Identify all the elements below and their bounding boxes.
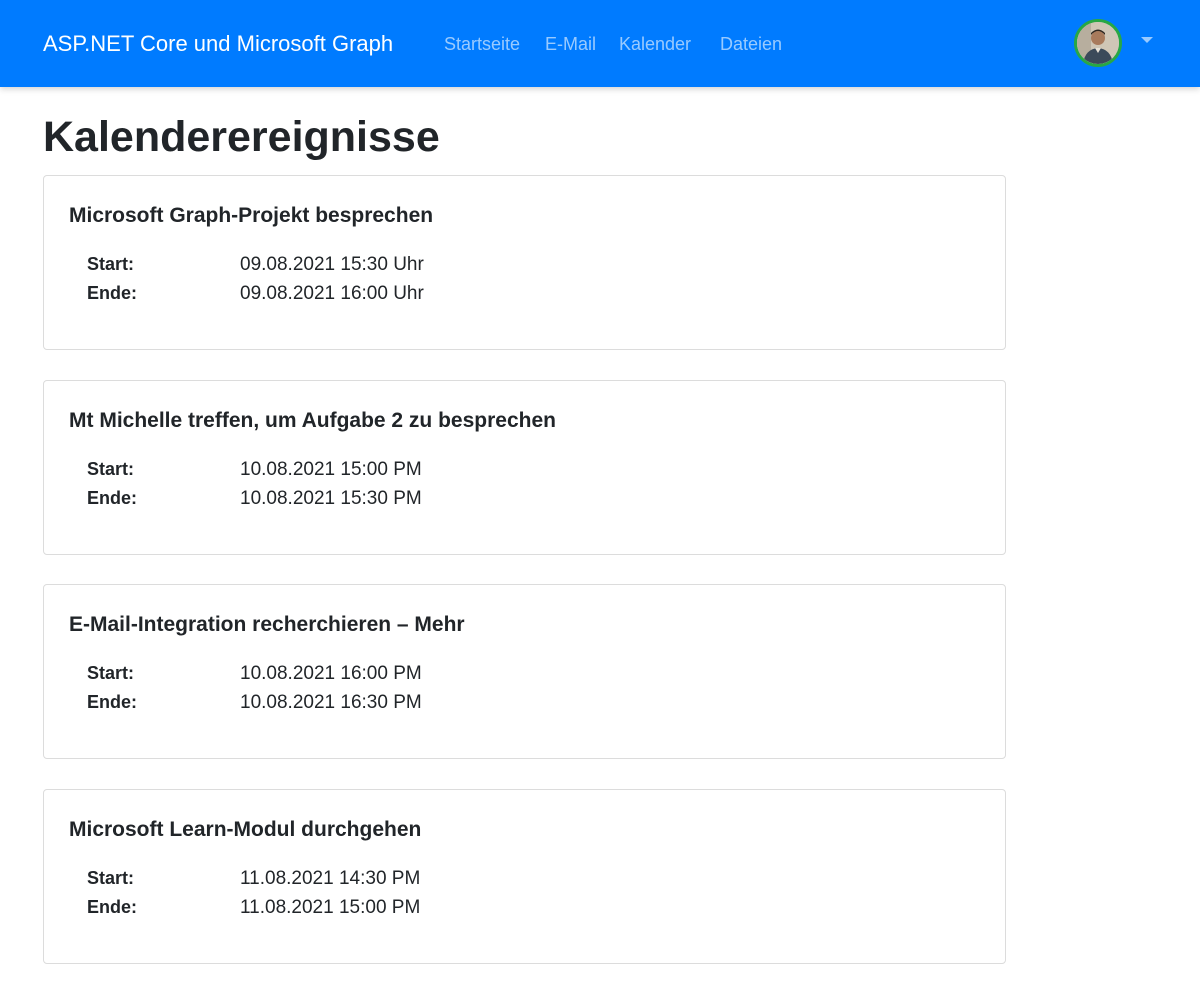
user-avatar-icon bbox=[1077, 22, 1119, 64]
event-end-label: Ende: bbox=[87, 692, 138, 712]
nav-link-kalender[interactable]: Kalender bbox=[619, 34, 691, 55]
event-start-label: Start: bbox=[87, 868, 135, 888]
event-card: E-Mail-Integration recherchieren – Mehr … bbox=[43, 584, 1006, 759]
event-subject: Microsoft Graph-Projekt besprechen bbox=[69, 204, 434, 227]
page-title: Kalenderereignisse bbox=[43, 113, 440, 161]
event-start-label: Start: bbox=[87, 663, 135, 683]
event-end-value: 10.08.2021 15:30 PM bbox=[240, 488, 422, 509]
nav-link-dateien[interactable]: Dateien bbox=[720, 34, 782, 55]
event-start-label: Start: bbox=[87, 459, 135, 479]
event-subject: E-Mail-Integration recherchieren – Mehr bbox=[69, 613, 465, 636]
event-start-value: 10.08.2021 16:00 PM bbox=[240, 663, 422, 684]
brand-link[interactable]: ASP.NET Core und Microsoft Graph bbox=[43, 31, 393, 57]
event-card: Mt Michelle treffen, um Aufgabe 2 zu bes… bbox=[43, 380, 1006, 555]
event-start-value: 11.08.2021 14:30 PM bbox=[240, 868, 421, 889]
top-navbar: ASP.NET Core und Microsoft Graph Startse… bbox=[0, 0, 1200, 87]
event-start-value: 10.08.2021 15:00 PM bbox=[240, 459, 422, 480]
nav-link-startseite[interactable]: Startseite bbox=[444, 34, 520, 55]
event-end-label: Ende: bbox=[87, 897, 138, 917]
event-card: Microsoft Learn-Modul durchgehen Start: … bbox=[43, 789, 1006, 964]
event-start-value: 09.08.2021 15:30 Uhr bbox=[240, 254, 424, 275]
user-avatar[interactable] bbox=[1074, 19, 1122, 67]
event-end-value: 11.08.2021 15:00 PM bbox=[240, 897, 421, 918]
event-subject: Mt Michelle treffen, um Aufgabe 2 zu bes… bbox=[69, 409, 556, 432]
event-card: Microsoft Graph-Projekt besprechen Start… bbox=[43, 175, 1006, 350]
event-end-label: Ende: bbox=[87, 283, 138, 303]
user-menu-chevron-down-icon[interactable] bbox=[1141, 37, 1153, 43]
event-end-value: 10.08.2021 16:30 PM bbox=[240, 692, 422, 713]
nav-link-email[interactable]: E-Mail bbox=[545, 34, 596, 55]
event-end-value: 09.08.2021 16:00 Uhr bbox=[240, 283, 424, 304]
event-start-label: Start: bbox=[87, 254, 135, 274]
event-end-label: Ende: bbox=[87, 488, 138, 508]
event-subject: Microsoft Learn-Modul durchgehen bbox=[69, 818, 422, 841]
